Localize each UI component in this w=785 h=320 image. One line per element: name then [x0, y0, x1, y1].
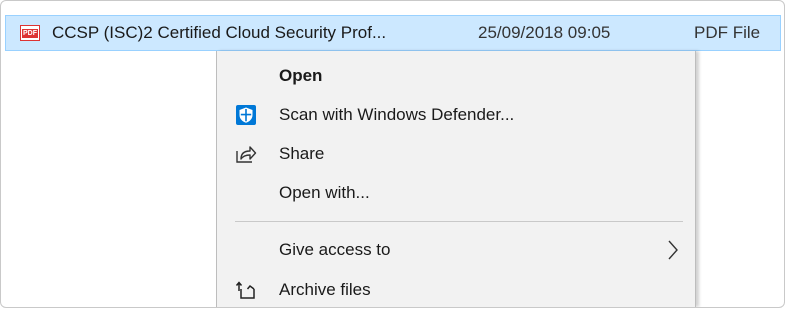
pdf-icon: PDF	[20, 25, 40, 41]
menu-item-label: Scan with Windows Defender...	[279, 105, 515, 124]
menu-item-label: Open	[279, 66, 323, 85]
menu-item-label: Give access to	[279, 240, 391, 259]
archive-icon	[229, 278, 263, 302]
menu-item-share[interactable]: Share	[217, 135, 695, 173]
menu-separator	[235, 221, 683, 222]
windows-defender-shield-icon	[229, 103, 263, 127]
menu-item-label: Open with...	[279, 183, 370, 202]
menu-item-give-access-to[interactable]: Give access to	[217, 231, 695, 269]
menu-item-label: Share	[279, 144, 325, 163]
menu-item-label: Archive files	[279, 280, 371, 299]
context-menu: Open Scan with Windows Defender... Share	[216, 51, 696, 307]
file-list-row[interactable]: PDF CCSP (ISC)2 Certified Cloud Security…	[5, 15, 781, 51]
chevron-right-icon	[668, 240, 678, 260]
file-date-modified: 25/09/2018 09:05	[478, 23, 611, 42]
explorer-window: PDF CCSP (ISC)2 Certified Cloud Security…	[0, 0, 785, 308]
share-icon	[229, 142, 263, 166]
file-type: PDF File	[694, 23, 761, 42]
menu-item-open[interactable]: Open	[217, 57, 695, 95]
menu-item-archive-files[interactable]: Archive files	[217, 271, 695, 307]
file-name[interactable]: CCSP (ISC)2 Certified Cloud Security Pro…	[52, 23, 478, 43]
menu-item-scan-defender[interactable]: Scan with Windows Defender...	[217, 96, 695, 134]
menu-item-open-with[interactable]: Open with...	[217, 174, 695, 212]
